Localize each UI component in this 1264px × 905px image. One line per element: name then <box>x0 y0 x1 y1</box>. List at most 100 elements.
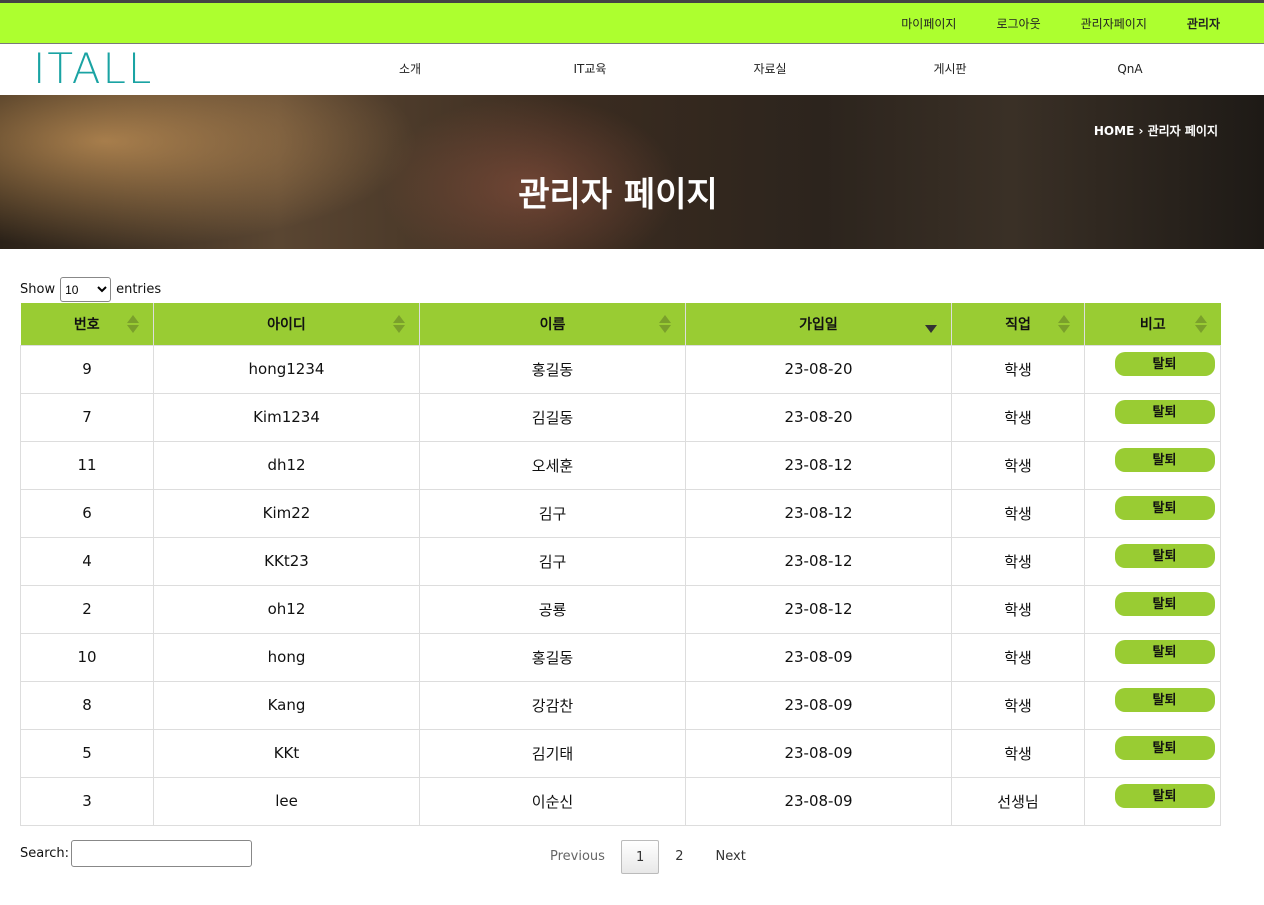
nav-item-board[interactable]: 게시판 <box>860 44 1040 95</box>
cell-number: 8 <box>20 680 154 730</box>
cell-join-date: 23-08-09 <box>685 632 952 682</box>
pagination: Previous 1 2 Next <box>534 840 762 874</box>
cell-number: 6 <box>20 488 154 538</box>
table-row: 3 lee 이순신 23-08-09 선생님 탈퇴 <box>20 776 1221 826</box>
site-logo[interactable]: ITALL <box>33 46 153 92</box>
cell-id: Kim22 <box>153 488 420 538</box>
table-row: 6 Kim22 김구 23-08-12 학생 탈퇴 <box>20 488 1221 538</box>
cell-join-date: 23-08-09 <box>685 680 952 730</box>
cell-number: 9 <box>20 344 154 394</box>
user-name: 관리자 <box>1186 16 1220 31</box>
main-header: ITALL 소개 IT교육 자료실 게시판 QnA <box>0 44 1220 95</box>
withdraw-button[interactable]: 탈퇴 <box>1114 784 1215 808</box>
withdraw-button[interactable]: 탈퇴 <box>1114 448 1215 472</box>
members-table: 번호 아이디 이름 가입일 직업 비고 9 hong1234 홍길동 23-08-20… <box>20 303 1221 826</box>
cell-join-date: 23-08-12 <box>685 584 952 634</box>
withdraw-button[interactable]: 탈퇴 <box>1114 496 1215 520</box>
withdraw-button[interactable]: 탈퇴 <box>1114 592 1215 616</box>
column-header-id[interactable]: 아이디 <box>153 303 420 345</box>
sort-arrows-icon <box>1058 315 1070 333</box>
withdraw-button[interactable]: 탈퇴 <box>1114 688 1215 712</box>
cell-job: 학생 <box>951 344 1085 394</box>
cell-action: 탈퇴 <box>1084 536 1221 586</box>
withdraw-button[interactable]: 탈퇴 <box>1114 544 1215 568</box>
admin-page-link[interactable]: 관리자페이지 <box>1081 15 1147 32</box>
cell-name: 강감찬 <box>419 680 686 730</box>
nav-item-qna[interactable]: QnA <box>1040 44 1220 95</box>
cell-name: 오세훈 <box>419 440 686 490</box>
table-row: 4 KKt23 김구 23-08-12 학생 탈퇴 <box>20 536 1221 586</box>
cell-id: hong1234 <box>153 344 420 394</box>
cell-job: 학생 <box>951 536 1085 586</box>
cell-number: 10 <box>20 632 154 682</box>
cell-name: 홍길동 <box>419 344 686 394</box>
cell-number: 2 <box>20 584 154 634</box>
table-row: 8 Kang 강감찬 23-08-09 학생 탈퇴 <box>20 680 1221 730</box>
cell-id: KKt <box>153 728 420 778</box>
withdraw-button[interactable]: 탈퇴 <box>1114 640 1215 664</box>
column-header-join-date[interactable]: 가입일 <box>685 303 952 345</box>
table-row: 2 oh12 공룡 23-08-12 학생 탈퇴 <box>20 584 1221 634</box>
withdraw-button[interactable]: 탈퇴 <box>1114 736 1215 760</box>
cell-name: 김구 <box>419 488 686 538</box>
cell-action: 탈퇴 <box>1084 440 1221 490</box>
cell-job: 학생 <box>951 632 1085 682</box>
cell-name: 홍길동 <box>419 632 686 682</box>
cell-number: 3 <box>20 776 154 826</box>
column-header-job[interactable]: 직업 <box>951 303 1085 345</box>
cell-action: 탈퇴 <box>1084 680 1221 730</box>
cell-job: 학생 <box>951 584 1085 634</box>
column-header-number[interactable]: 번호 <box>20 303 154 345</box>
table-row: 10 hong 홍길동 23-08-09 학생 탈퇴 <box>20 632 1221 682</box>
sort-descending-icon <box>925 315 937 333</box>
cell-name: 김길동 <box>419 392 686 442</box>
nav-item-it-education[interactable]: IT교육 <box>500 44 680 95</box>
cell-join-date: 23-08-09 <box>685 776 952 826</box>
cell-join-date: 23-08-09 <box>685 728 952 778</box>
cell-name: 공룡 <box>419 584 686 634</box>
cell-join-date: 23-08-12 <box>685 440 952 490</box>
utility-links: 마이페이지 로그아웃 관리자페이지 관리자 <box>901 3 1220 43</box>
main-nav: 소개 IT교육 자료실 게시판 QnA <box>320 44 1220 95</box>
logout-link[interactable]: 로그아웃 <box>996 15 1040 32</box>
show-label: Show <box>20 282 56 297</box>
table-row: 9 hong1234 홍길동 23-08-20 학생 탈퇴 <box>20 344 1221 394</box>
cell-id: KKt23 <box>153 536 420 586</box>
cell-action: 탈퇴 <box>1084 584 1221 634</box>
next-page-button[interactable]: Next <box>700 840 762 874</box>
top-utility-bar: 마이페이지 로그아웃 관리자페이지 관리자 <box>0 0 1264 44</box>
entries-select[interactable]: 10 <box>60 277 112 302</box>
cell-action: 탈퇴 <box>1084 632 1221 682</box>
cell-join-date: 23-08-12 <box>685 536 952 586</box>
cell-number: 5 <box>20 728 154 778</box>
breadcrumb: HOME › 관리자 페이지 <box>1093 124 1218 138</box>
nav-item-intro[interactable]: 소개 <box>320 44 500 95</box>
mypage-link[interactable]: 마이페이지 <box>901 15 956 32</box>
column-header-name[interactable]: 이름 <box>419 303 686 345</box>
column-header-note[interactable]: 비고 <box>1084 303 1221 345</box>
search-input[interactable] <box>71 840 253 867</box>
page-title: 관리자 페이지 <box>518 175 718 215</box>
nav-item-resources[interactable]: 자료실 <box>680 44 860 95</box>
cell-join-date: 23-08-20 <box>685 344 952 394</box>
cell-id: oh12 <box>153 584 420 634</box>
withdraw-button[interactable]: 탈퇴 <box>1114 400 1215 424</box>
cell-job: 학생 <box>951 440 1085 490</box>
cell-number: 4 <box>20 536 154 586</box>
cell-name: 이순신 <box>419 776 686 826</box>
withdraw-button[interactable]: 탈퇴 <box>1114 352 1215 376</box>
search-label: Search: <box>20 846 70 861</box>
page-button-1[interactable]: 1 <box>620 840 660 874</box>
cell-number: 7 <box>20 392 154 442</box>
previous-page-button[interactable]: Previous <box>534 840 621 874</box>
cell-name: 김구 <box>419 536 686 586</box>
page-button-2[interactable]: 2 <box>659 840 699 874</box>
sort-arrows-icon <box>393 315 405 333</box>
cell-action: 탈퇴 <box>1084 344 1221 394</box>
sort-arrows-icon <box>659 315 671 333</box>
cell-id: lee <box>153 776 420 826</box>
cell-job: 학생 <box>951 728 1085 778</box>
entries-label: entries <box>116 282 162 297</box>
cell-job: 학생 <box>951 680 1085 730</box>
cell-number: 11 <box>20 440 154 490</box>
